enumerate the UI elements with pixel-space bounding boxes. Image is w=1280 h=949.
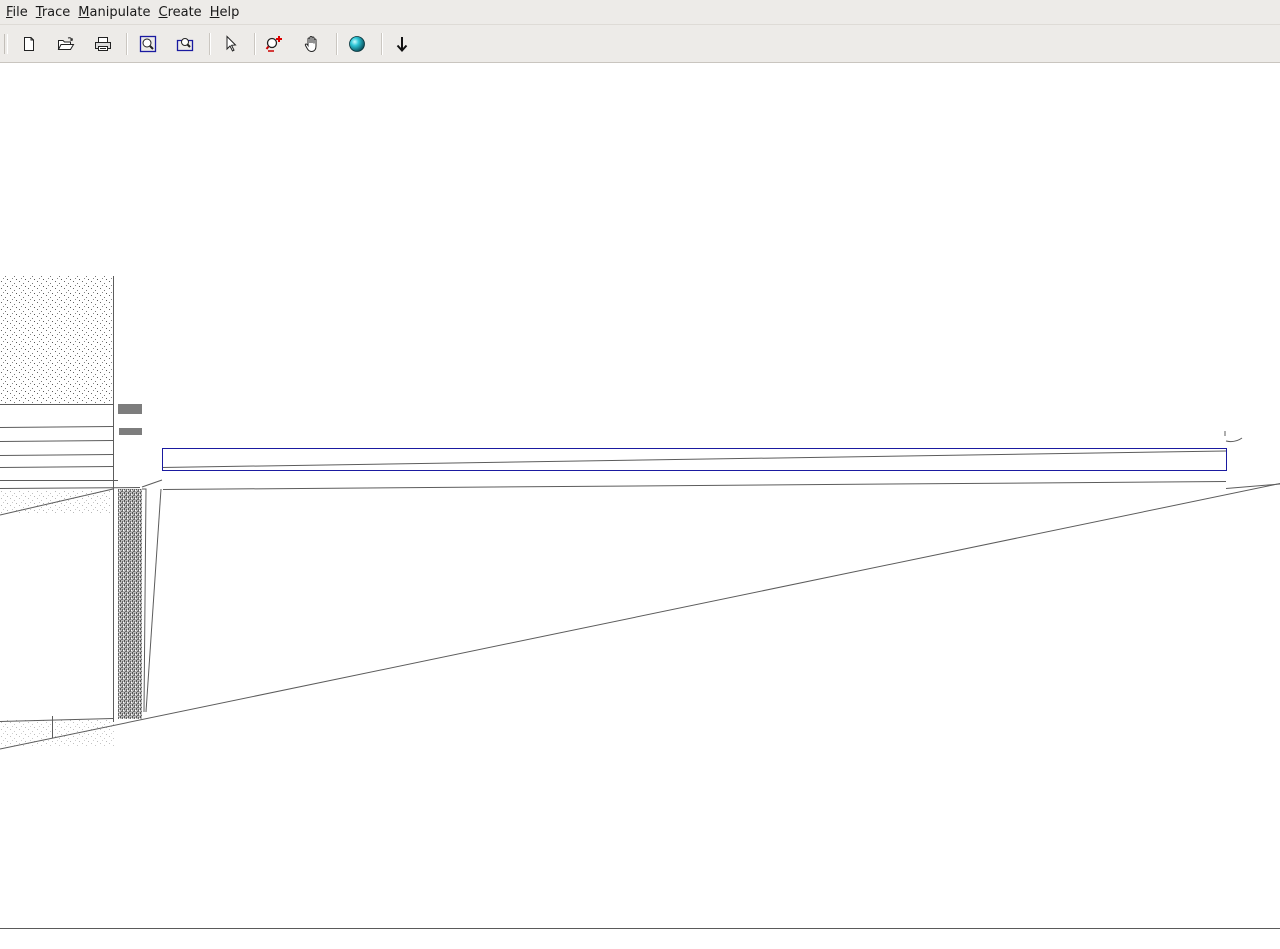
download-arrow-icon — [396, 37, 408, 52]
pillar-right-edge — [142, 488, 147, 713]
tapered-edge — [145, 488, 162, 713]
toolbar-separator — [381, 33, 383, 55]
select-pointer-icon — [226, 35, 237, 52]
menu-create-mnemonic: C — [158, 4, 168, 20]
toolbar-separator — [126, 33, 128, 55]
select-button[interactable] — [218, 31, 244, 57]
toolbar — [0, 25, 1280, 63]
render-button[interactable] — [344, 31, 370, 57]
layer-line — [0, 487, 141, 489]
dark-block — [119, 428, 142, 435]
beam-line — [162, 481, 1227, 490]
menu-file-label: ile — [12, 4, 28, 20]
open-button[interactable] — [53, 31, 79, 57]
ramp-line — [0, 483, 1280, 750]
menu-help[interactable]: Help — [206, 0, 244, 25]
drawing-canvas[interactable] — [0, 63, 1280, 929]
zoom-window-button[interactable] — [172, 31, 198, 57]
pan-button[interactable] — [299, 31, 325, 57]
toolbar-separator — [254, 33, 256, 55]
status-area — [0, 929, 1280, 949]
menu-manipulate[interactable]: Manipulate — [74, 0, 154, 25]
open-folder-icon — [57, 37, 75, 50]
menu-trace[interactable]: Trace — [32, 0, 75, 25]
menu-help-label: elp — [219, 4, 240, 20]
pillar-top-join — [141, 479, 163, 488]
print-button[interactable] — [90, 31, 116, 57]
speckled-region — [0, 276, 113, 403]
zoom-in-button[interactable] — [262, 31, 288, 57]
layer-line — [0, 426, 114, 428]
left-slope-speckle — [0, 490, 110, 514]
beam-slope — [161, 450, 1227, 468]
layer-line — [0, 440, 114, 442]
dark-block — [118, 404, 142, 414]
pan-hand-icon — [304, 35, 317, 53]
toolbar-separator — [336, 33, 338, 55]
print-icon — [95, 37, 111, 51]
zoom-extents-button[interactable] — [135, 31, 161, 57]
menu-manipulate-label: anipulate — [89, 4, 151, 20]
menu-create[interactable]: Create — [154, 0, 205, 25]
layer-line — [0, 466, 114, 468]
zoom-extents-icon — [139, 35, 157, 53]
menu-trace-label: race — [41, 4, 71, 20]
menu-bar: File Trace Manipulate Create Help — [0, 0, 1280, 25]
menu-manipulate-mnemonic: M — [78, 4, 90, 20]
menu-file[interactable]: File — [2, 0, 32, 25]
end-hook — [1225, 437, 1243, 443]
layer-line — [0, 454, 114, 456]
new-button[interactable] — [16, 31, 42, 57]
pillar-fill — [118, 489, 142, 719]
base-speckle — [0, 720, 115, 746]
toolbar-grip[interactable] — [4, 34, 8, 54]
menu-create-label: reate — [167, 4, 202, 20]
menu-help-mnemonic: H — [209, 4, 220, 20]
render-sphere-icon — [349, 36, 365, 52]
trace-drawing[interactable] — [0, 63, 1280, 929]
zoom-window-icon — [176, 38, 194, 52]
zoom-in-icon — [265, 36, 282, 52]
new-document-icon — [24, 37, 34, 51]
toolbar-separator — [209, 33, 211, 55]
move-down-button[interactable] — [389, 31, 415, 57]
